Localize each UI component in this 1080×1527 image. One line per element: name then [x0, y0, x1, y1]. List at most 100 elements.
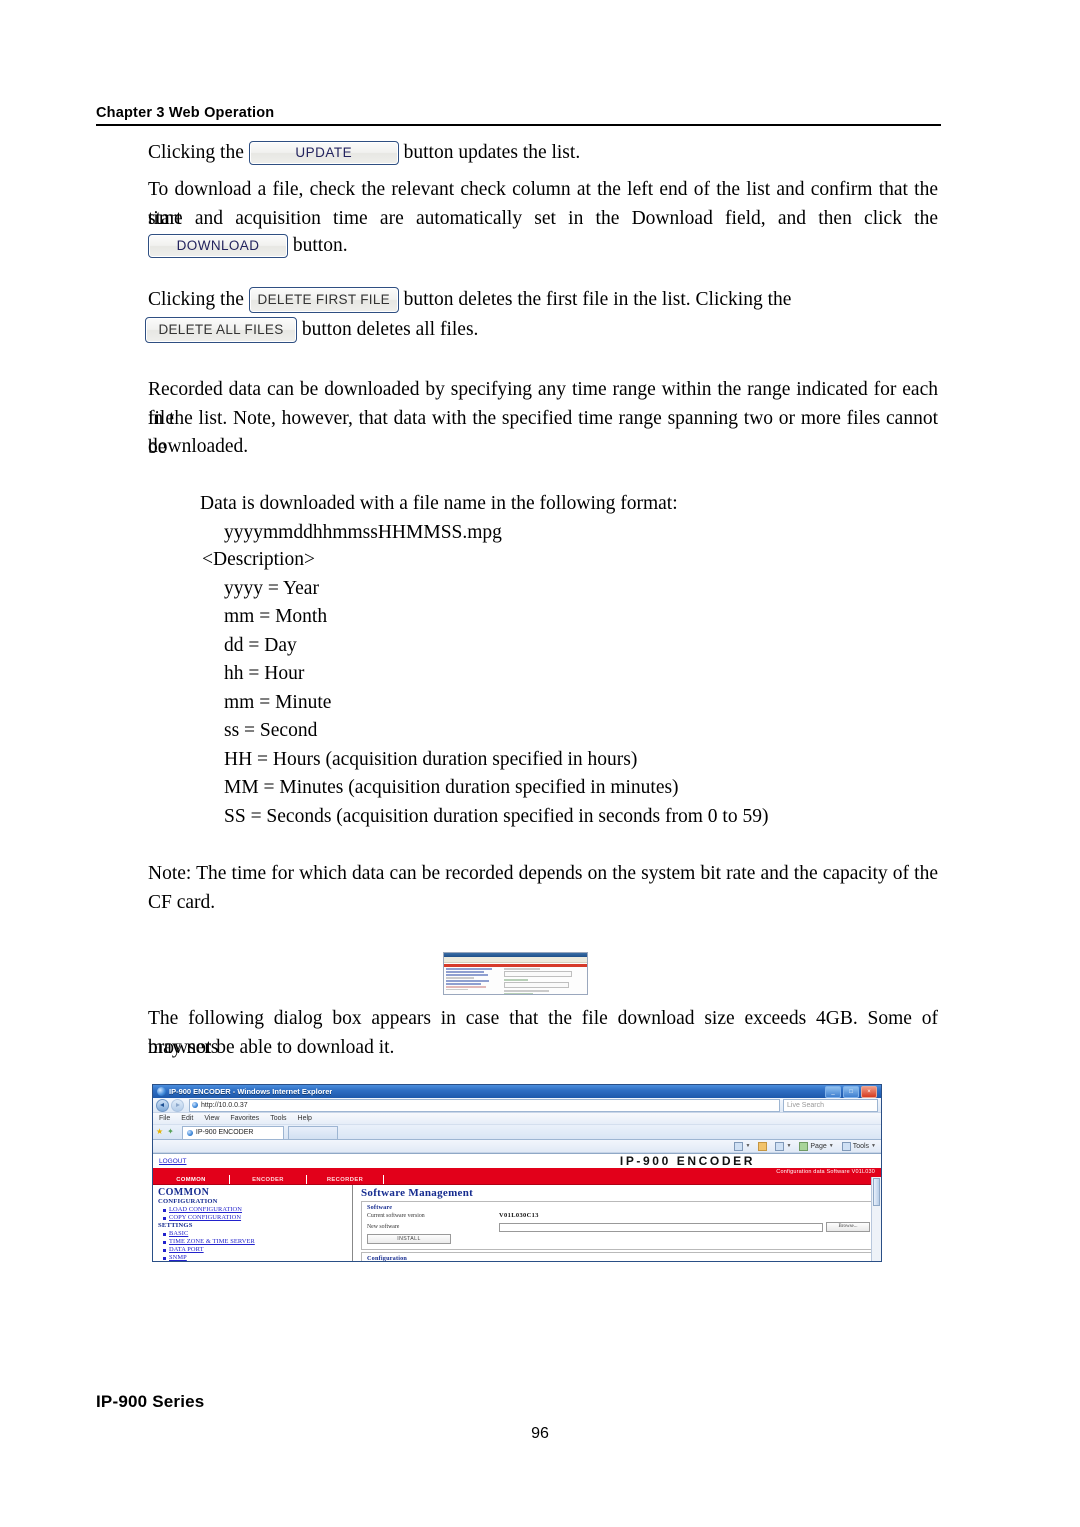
- menu-item-tools[interactable]: Tools: [270, 1115, 286, 1122]
- paragraph-download-line3: DOWNLOAD button.: [148, 231, 938, 260]
- add-favorite-icon[interactable]: ✦: [167, 1128, 174, 1136]
- page-icon-cmd: [799, 1141, 809, 1151]
- command-home[interactable]: ▼: [734, 1141, 751, 1151]
- definition-item: ss = Second: [224, 720, 318, 741]
- maximize-button[interactable]: □: [843, 1085, 859, 1098]
- menu-item-favorites[interactable]: Favorites: [230, 1115, 259, 1122]
- chapter-header: Chapter 3 Web Operation: [96, 105, 941, 126]
- bullet-icon: [163, 1256, 166, 1260]
- definition-item: mm = Month: [224, 606, 328, 627]
- command-feeds[interactable]: [758, 1141, 768, 1151]
- menu-item-edit[interactable]: Edit: [181, 1115, 193, 1122]
- paragraph-4gb-line2: may not be able to download it.: [148, 1033, 938, 1062]
- sidebar-group-settings: SETTINGS: [158, 1222, 193, 1229]
- command-tools[interactable]: Tools ▼: [841, 1141, 876, 1151]
- tab-encoder[interactable]: ENCODER: [230, 1175, 307, 1184]
- print-icon: [775, 1141, 785, 1151]
- version-strip: Configuration data Software V01L030: [153, 1168, 881, 1175]
- thumb-body: [444, 967, 587, 994]
- definition-item: SS = Seconds (acquisition duration speci…: [224, 805, 769, 827]
- description-list: <Description> yyyy = Year mm = Month dd …: [202, 546, 944, 831]
- definition-item: yyyy = Year: [224, 577, 319, 599]
- command-page-label: Page: [810, 1142, 827, 1150]
- p4-line3: downloaded.: [148, 436, 249, 457]
- page-chevron-down-icon: ▼: [828, 1143, 834, 1149]
- address-input[interactable]: http://10.0.0.37: [189, 1098, 780, 1112]
- menu-item-file[interactable]: File: [159, 1115, 170, 1122]
- sidebar-item-label: SNMP: [169, 1254, 187, 1261]
- p5-text: Data is downloaded with a file name in t…: [200, 493, 678, 514]
- update-button[interactable]: UPDATE: [248, 140, 399, 165]
- document-page: Chapter 3 Web Operation Clicking the UPD…: [0, 0, 1080, 1527]
- browser-window-title: IP-900 ENCODER - Windows Internet Explor…: [169, 1087, 333, 1096]
- definition-item: dd = Day: [224, 634, 297, 656]
- page-scrollbar[interactable]: [871, 1177, 881, 1261]
- forward-button[interactable]: [171, 1098, 184, 1112]
- favorites-star-icon[interactable]: ★: [156, 1128, 163, 1136]
- delete-first-file-button[interactable]: DELETE FIRST FILE: [248, 286, 399, 313]
- tabs-filler: [384, 1175, 881, 1184]
- maximize-icon: □: [849, 1088, 853, 1095]
- back-button[interactable]: [156, 1098, 169, 1112]
- browser-tab[interactable]: IP-900 ENCODER: [181, 1125, 284, 1139]
- install-button[interactable]: INSTALL: [367, 1234, 451, 1244]
- sidebar-item-load-configuration[interactable]: LOAD CONFIGURATION: [158, 1206, 348, 1214]
- sidebar-item-label: LOAD CONFIGURATION: [169, 1206, 242, 1213]
- sidebar-item-label: COPY CONFIGURATION: [169, 1214, 242, 1221]
- filename-format-text: yyyymmddhhmmssHHMMSS.mpg: [224, 522, 502, 543]
- web-page-content: LOGOUT IP-900 ENCODER Configuration data…: [153, 1153, 881, 1262]
- sidebar-group-configuration: CONFIGURATION: [158, 1198, 218, 1205]
- menu-item-view[interactable]: View: [204, 1115, 219, 1122]
- tools-icon: [841, 1141, 851, 1151]
- current-version-value: V01L030C13: [499, 1212, 539, 1219]
- header-rule: [96, 124, 941, 126]
- thumb-toolbar: [444, 957, 587, 963]
- close-button[interactable]: ×: [861, 1085, 877, 1098]
- p1-text-before: Clicking the: [148, 142, 244, 163]
- browser-tabrow: ★ ✦ IP-900 ENCODER: [153, 1125, 881, 1140]
- tab-page-icon: [186, 1129, 193, 1136]
- logout-link[interactable]: LOGOUT: [159, 1158, 186, 1165]
- bullet-icon: [163, 1216, 166, 1220]
- copyright-text: All Rights Reserved. Copyright(C) FUJITS…: [736, 1261, 877, 1262]
- tools-chevron-down-icon: ▼: [871, 1143, 876, 1149]
- new-software-label: New software: [367, 1224, 400, 1230]
- tab-recorder[interactable]: RECORDER: [307, 1175, 384, 1184]
- delete-all-files-button[interactable]: DELETE ALL FILES: [145, 316, 297, 343]
- definition-item: hh = Hour: [224, 663, 305, 684]
- home-icon: [734, 1141, 744, 1151]
- note-text-1: Note: The time for which data can be rec…: [148, 863, 938, 884]
- page-topline: LOGOUT IP-900 ENCODER: [153, 1154, 881, 1168]
- page-content: Software Management Software Current sof…: [353, 1185, 881, 1262]
- note-line1: Note: The time for which data can be rec…: [148, 859, 938, 888]
- menu-item-help[interactable]: Help: [298, 1115, 312, 1122]
- chapter-title: Chapter 3 Web Operation: [96, 105, 275, 121]
- sidebar-item-time-zone-time-server[interactable]: TIME ZONE & TIME SERVER: [158, 1238, 348, 1246]
- new-software-input[interactable]: [499, 1222, 823, 1232]
- sidebar-item-basic[interactable]: BASIC: [158, 1230, 348, 1238]
- sidebar-item-snmp[interactable]: SNMP: [158, 1254, 348, 1261]
- bullet-icon: [163, 1208, 166, 1212]
- bullet-icon: [163, 1248, 166, 1252]
- download-button[interactable]: DOWNLOAD: [148, 233, 288, 258]
- feeds-icon: [758, 1141, 768, 1151]
- sidebar-item-data-port[interactable]: DATA PORT: [158, 1246, 348, 1254]
- command-print[interactable]: ▼: [775, 1141, 791, 1151]
- sidebar-item-label: DATA PORT: [169, 1246, 204, 1253]
- scrollbar-thumb[interactable]: [873, 1178, 880, 1206]
- page-sidebar: COMMON CONFIGURATION LOAD CONFIGURATION …: [153, 1185, 353, 1261]
- note-line2: CF card.: [148, 888, 938, 917]
- thumb-sidebar: [444, 967, 502, 993]
- minimize-button[interactable]: _: [825, 1085, 841, 1098]
- sidebar-item-copy-configuration[interactable]: COPY CONFIGURATION: [158, 1214, 348, 1222]
- new-tab-button[interactable]: [287, 1125, 338, 1139]
- command-page[interactable]: Page ▼: [799, 1141, 834, 1151]
- tab-common[interactable]: COMMON: [153, 1175, 230, 1184]
- paragraph-update: Clicking the UPDATE button updates the l…: [148, 138, 938, 167]
- paragraph-recorded-line3: downloaded.: [148, 432, 938, 461]
- definition-item: MM = Minutes (acquisition duration speci…: [224, 777, 679, 798]
- new-software-browse-button[interactable]: Browse...: [826, 1222, 870, 1232]
- home-chevron-down-icon: ▼: [745, 1143, 751, 1149]
- search-input[interactable]: Live Search: [783, 1098, 878, 1112]
- definition-item: HH = Hours (acquisition duration specifi…: [224, 748, 638, 770]
